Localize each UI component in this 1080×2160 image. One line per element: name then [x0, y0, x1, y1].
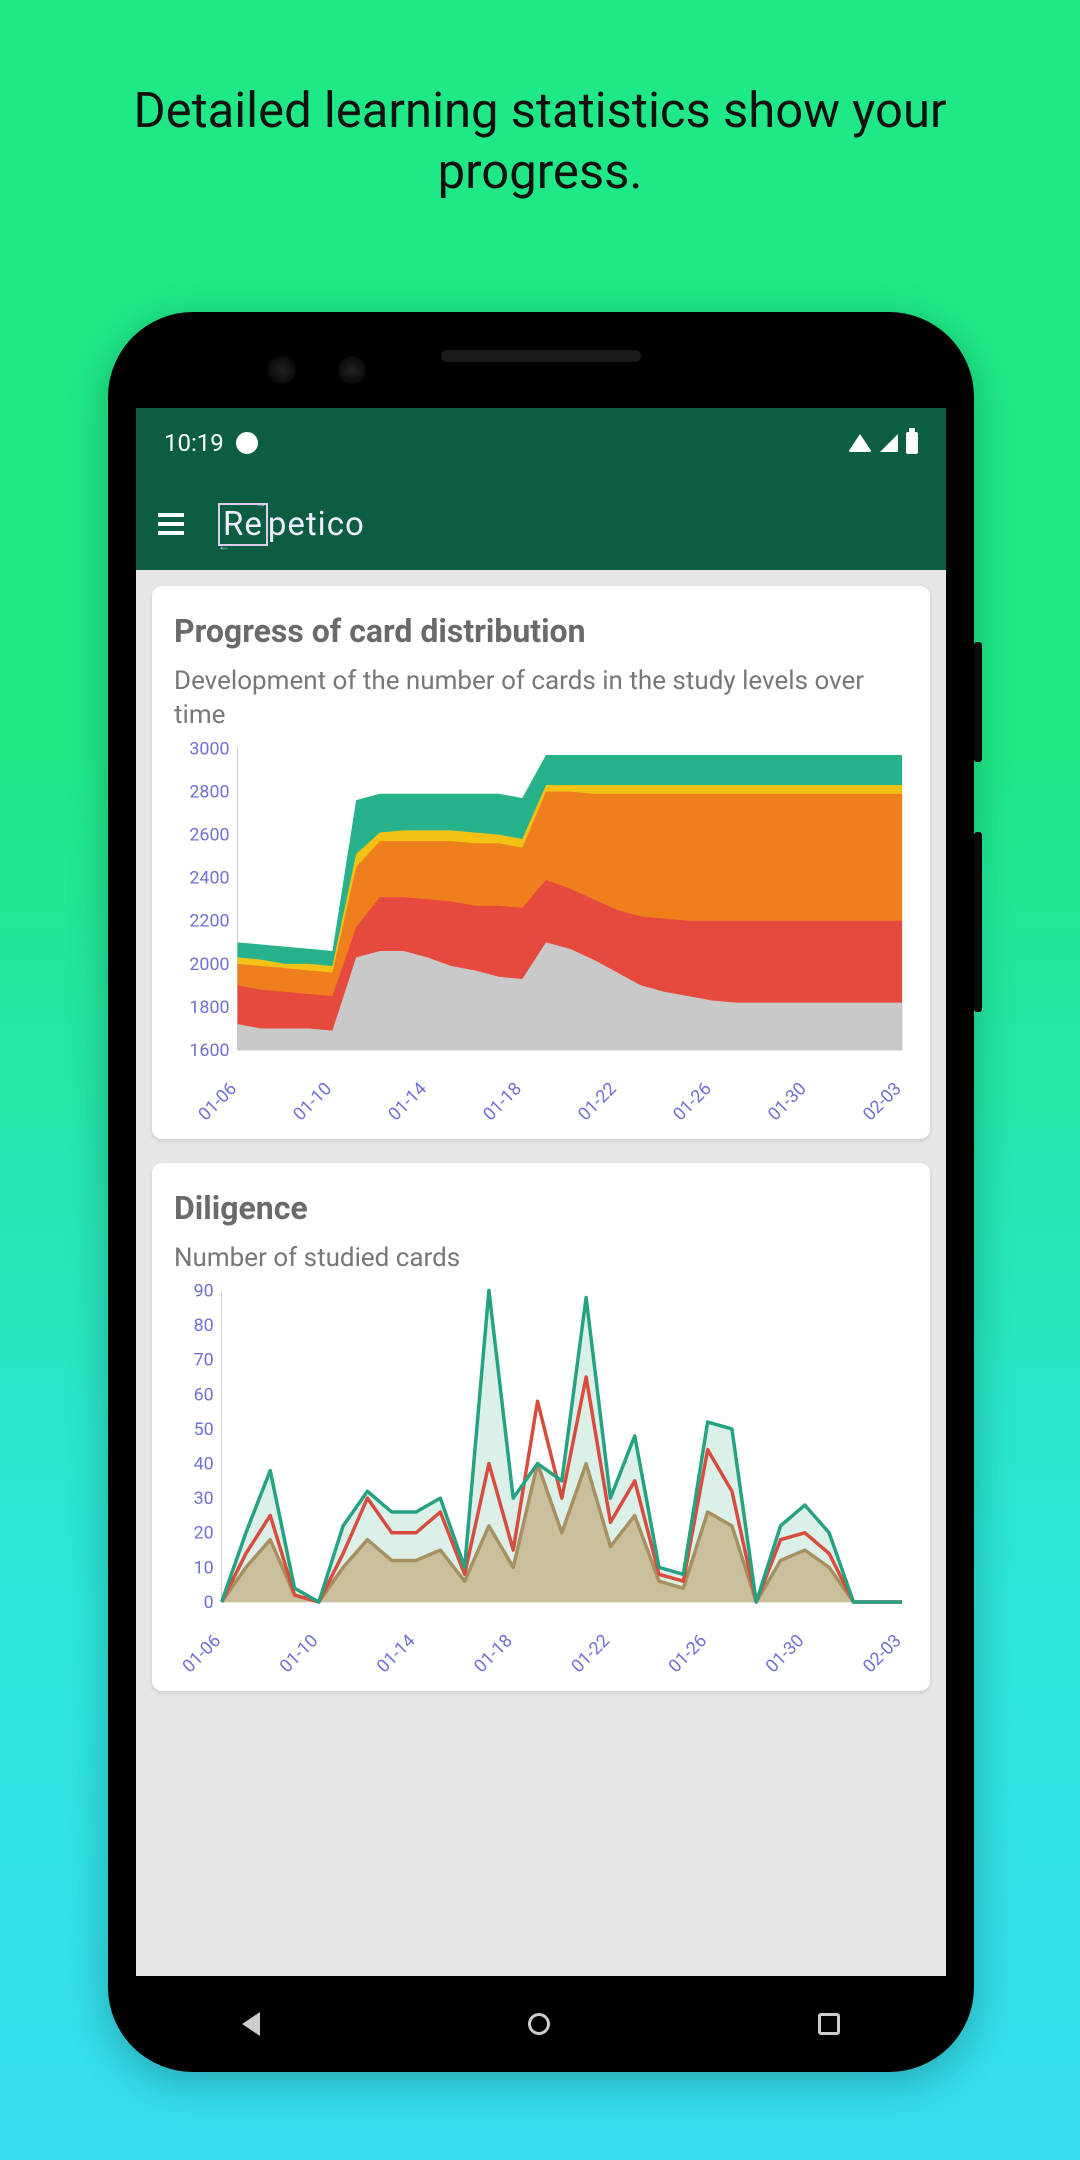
card-diligence: Diligence Number of studied cards 0 10 20 3…: [152, 1163, 930, 1691]
svg-text:3000: 3000: [189, 741, 229, 759]
svg-text:01-30: 01-30: [762, 1630, 809, 1673]
area-chart: 1600 1800 2000 2200 2400 2600 2800 3000 01-06 01-…: [174, 741, 908, 1121]
phone-power-button: [974, 642, 982, 762]
content-area: Progress of card distribution Developmen…: [136, 570, 946, 1731]
svg-text:01-06: 01-06: [178, 1630, 225, 1673]
svg-text:1800: 1800: [189, 997, 229, 1018]
nav-home-button[interactable]: [528, 2013, 550, 2035]
svg-text:01-22: 01-22: [567, 1630, 614, 1673]
cell-signal-icon: [880, 434, 898, 452]
app-notification-icon: [236, 432, 258, 454]
card-subtitle: Development of the number of cards in th…: [174, 664, 908, 733]
svg-text:20: 20: [194, 1523, 214, 1544]
nav-recent-button[interactable]: [818, 2013, 840, 2035]
phone-screen: 10:19 →Re←petico Progress of card distri…: [136, 408, 946, 1976]
phone-camera: [268, 356, 296, 384]
svg-text:01-10: 01-10: [276, 1630, 323, 1673]
phone-sensor: [338, 356, 366, 384]
svg-text:70: 70: [194, 1350, 214, 1371]
svg-text:01-14: 01-14: [373, 1630, 420, 1673]
status-bar: 10:19: [136, 408, 946, 478]
nav-back-button[interactable]: [242, 2012, 260, 2036]
svg-text:60: 60: [194, 1384, 214, 1405]
svg-text:50: 50: [194, 1419, 214, 1440]
svg-text:02-03: 02-03: [859, 1630, 906, 1673]
card-title: Diligence: [174, 1189, 908, 1227]
card-progress-distribution: Progress of card distribution Developmen…: [152, 586, 930, 1139]
line-chart: 0 10 20 30 40 50 60 70 80 90 01-06 01-10 01-14 01-18 0…: [174, 1283, 908, 1673]
svg-text:2400: 2400: [189, 867, 229, 888]
svg-text:80: 80: [194, 1315, 214, 1336]
promo-title: Detailed learning statistics show your p…: [0, 0, 1080, 203]
card-subtitle: Number of studied cards: [174, 1241, 908, 1275]
svg-text:0: 0: [204, 1592, 214, 1613]
svg-text:01-26: 01-26: [669, 1078, 716, 1121]
chart-diligence: 0 10 20 30 40 50 60 70 80 90 01-06 01-10 01-14 01-18 0…: [174, 1283, 908, 1673]
svg-text:01-10: 01-10: [289, 1078, 336, 1121]
svg-text:01-18: 01-18: [479, 1078, 526, 1121]
wifi-icon: [848, 434, 872, 452]
phone-volume-button: [974, 832, 982, 1012]
svg-text:30: 30: [194, 1488, 214, 1509]
status-time: 10:19: [164, 429, 224, 457]
svg-text:01-14: 01-14: [384, 1078, 431, 1121]
svg-text:1600: 1600: [189, 1040, 229, 1061]
svg-text:40: 40: [194, 1453, 214, 1474]
svg-text:2800: 2800: [189, 781, 229, 802]
svg-text:01-18: 01-18: [470, 1630, 517, 1673]
phone-speaker: [441, 350, 641, 362]
svg-text:02-03: 02-03: [859, 1078, 906, 1121]
card-title: Progress of card distribution: [174, 612, 908, 650]
svg-text:10: 10: [194, 1557, 214, 1578]
svg-text:2600: 2600: [189, 824, 229, 845]
android-nav-bar: [108, 1996, 974, 2052]
svg-text:01-22: 01-22: [574, 1078, 621, 1121]
svg-text:2200: 2200: [189, 910, 229, 931]
phone-frame: 10:19 →Re←petico Progress of card distri…: [108, 312, 974, 2072]
app-logo: →Re←petico: [218, 503, 365, 546]
app-bar: →Re←petico: [136, 478, 946, 570]
svg-text:90: 90: [194, 1283, 214, 1301]
svg-text:01-06: 01-06: [194, 1078, 241, 1121]
svg-text:01-30: 01-30: [764, 1078, 811, 1121]
svg-text:01-26: 01-26: [664, 1630, 711, 1673]
chart-progress: 1600 1800 2000 2200 2400 2600 2800 3000 01-06 01-…: [174, 741, 908, 1121]
battery-icon: [906, 432, 918, 454]
menu-button[interactable]: [158, 513, 184, 535]
svg-text:2000: 2000: [189, 953, 229, 974]
